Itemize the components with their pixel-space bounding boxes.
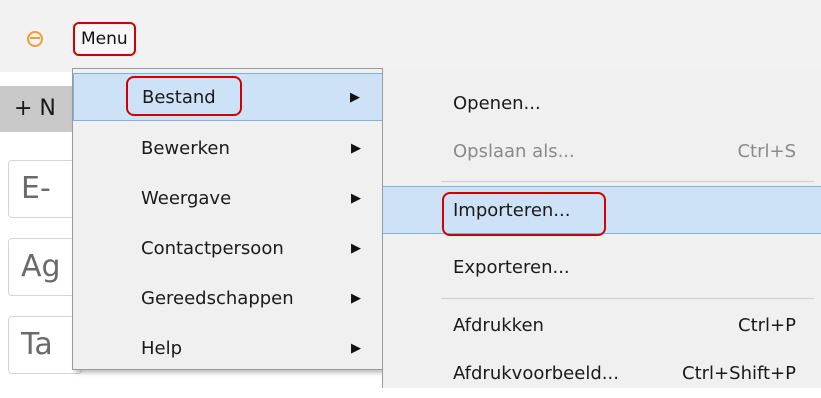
- menu-item-label: Bewerken: [141, 138, 230, 159]
- sidebar-tab-tasks[interactable]: Ta: [8, 316, 82, 374]
- menu-item-exporteren[interactable]: Exporteren...: [383, 244, 821, 292]
- menu-item-label: Openen...: [453, 93, 541, 114]
- menu-item-weergave[interactable]: Weergave ▶: [73, 175, 383, 223]
- menu-item-shortcut: Ctrl+P: [738, 315, 796, 336]
- menu-item-shortcut: Ctrl+Shift+P: [682, 363, 796, 384]
- submenu-arrow-icon: ▶: [351, 191, 361, 206]
- menu-separator: [441, 298, 814, 299]
- menu-item-bewerken[interactable]: Bewerken ▶: [73, 125, 383, 173]
- menu-item-contactpersoon[interactable]: Contactpersoon ▶: [73, 225, 383, 273]
- menu-item-bestand[interactable]: Bestand ▶: [73, 73, 383, 121]
- sidebar-tab-email[interactable]: E-: [8, 160, 82, 218]
- file-submenu: Openen... Opslaan als... Ctrl+S Importer…: [382, 68, 821, 388]
- menu-item-help[interactable]: Help ▶: [73, 325, 383, 373]
- sidebar-tab-agenda[interactable]: Ag: [8, 238, 82, 296]
- menu-item-afdrukvoorbeeld[interactable]: Afdrukvoorbeeld... Ctrl+Shift+P: [383, 350, 821, 398]
- submenu-arrow-icon: ▶: [351, 141, 361, 156]
- menu-item-label: Afdrukken: [453, 315, 544, 336]
- menu-item-label: Importeren...: [453, 200, 571, 221]
- submenu-arrow-icon: ▶: [350, 90, 360, 105]
- menu-item-label: Bestand: [142, 87, 216, 108]
- menu-item-label: Afdrukvoorbeeld...: [453, 363, 619, 384]
- main-menu-dropdown: Bestand ▶ Bewerken ▶ Weergave ▶ Contactp…: [72, 68, 384, 370]
- menu-item-openen[interactable]: Openen...: [383, 80, 821, 128]
- menu-item-label: Contactpersoon: [141, 238, 284, 259]
- menu-item-afdrukken[interactable]: Afdrukken Ctrl+P: [383, 302, 821, 350]
- new-button[interactable]: + N: [0, 86, 80, 132]
- menu-item-label: Gereedschappen: [141, 288, 294, 309]
- menu-item-opslaan-als[interactable]: Opslaan als... Ctrl+S: [383, 128, 821, 176]
- menu-button[interactable]: Menu: [73, 22, 136, 56]
- menu-item-label: Help: [141, 338, 183, 359]
- menu-item-label: Exporteren...: [453, 257, 570, 278]
- menu-item-shortcut: Ctrl+S: [737, 141, 796, 162]
- menu-separator: [441, 181, 814, 182]
- menu-item-label: Weergave: [141, 188, 232, 209]
- menu-item-label: Opslaan als...: [453, 141, 575, 162]
- submenu-arrow-icon: ▶: [351, 341, 361, 356]
- menu-item-gereedschappen[interactable]: Gereedschappen ▶: [73, 275, 383, 323]
- mail-app-icon[interactable]: [26, 30, 44, 48]
- submenu-arrow-icon: ▶: [351, 291, 361, 306]
- submenu-arrow-icon: ▶: [351, 241, 361, 256]
- menu-item-importeren[interactable]: Importeren...: [383, 186, 821, 234]
